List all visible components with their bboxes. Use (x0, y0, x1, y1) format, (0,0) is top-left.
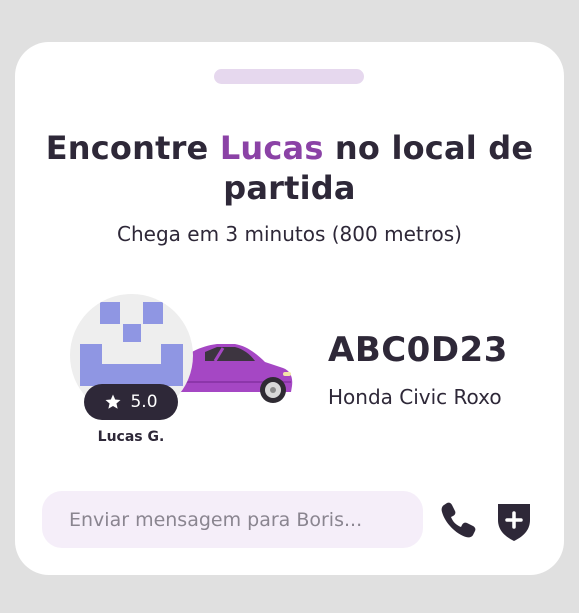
star-icon (105, 394, 121, 409)
message-input[interactable] (42, 491, 423, 548)
avatar-pixel (100, 302, 120, 324)
avatar-pixel (102, 364, 161, 386)
title-prefix: Encontre (45, 129, 220, 167)
drag-handle[interactable] (214, 69, 364, 84)
trip-card: Encontre Lucas no local de partida Chega… (15, 42, 564, 575)
rating-value: 5.0 (130, 392, 158, 412)
safety-button[interactable] (495, 500, 533, 542)
avatar-pixel (123, 324, 141, 342)
rating-badge: 5.0 (84, 384, 178, 420)
avatar-pixel (80, 344, 102, 386)
avatar-pixel (161, 344, 183, 386)
shield-plus-icon (498, 504, 530, 541)
license-plate: ABC0D23 (328, 330, 508, 370)
phone-icon (441, 502, 476, 538)
arrival-eta: Chega em 3 minutos (800 metros) (117, 222, 462, 246)
avatar-pixel (143, 302, 163, 324)
driver-name: Lucas G. (97, 429, 165, 445)
driver-first-name: Lucas (219, 129, 324, 167)
page-title: Encontre Lucas no local de partida (15, 128, 564, 208)
call-button[interactable] (438, 499, 478, 539)
car-model: Honda Civic Roxo (328, 385, 502, 409)
